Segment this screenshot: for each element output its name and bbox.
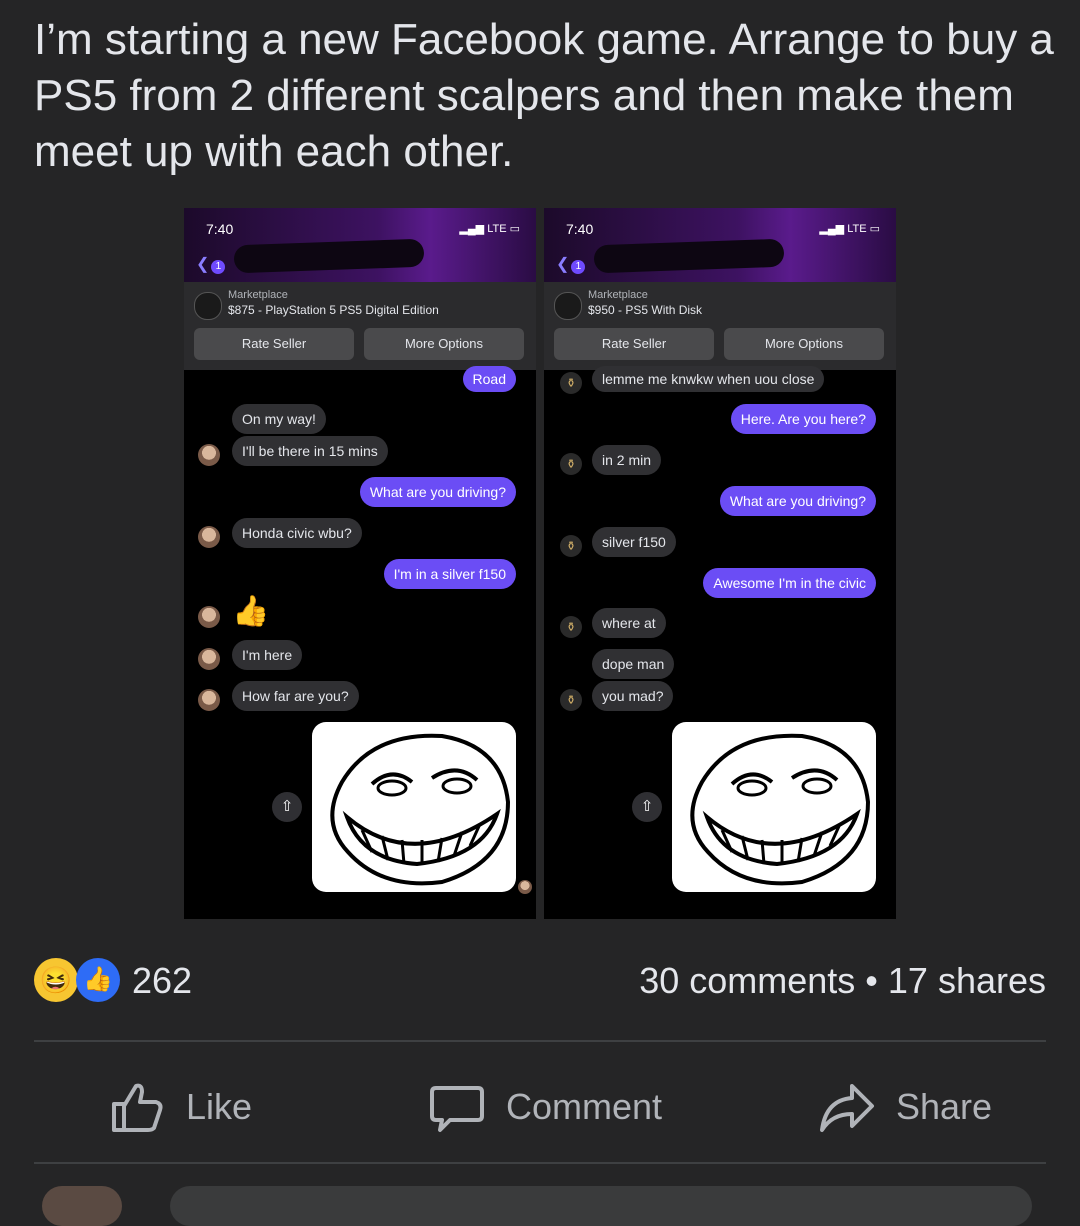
contact-avatar: ⚱ (560, 689, 582, 711)
troll-face-image (312, 722, 516, 892)
status-bar: 7:40 ▂▄▆ LTE ▭ ❮ 1 (184, 208, 536, 282)
thumbs-up-icon: 👍 (232, 595, 270, 628)
share-icon[interactable]: ⇧ (272, 792, 302, 822)
message-sent: Here. Are you here? (730, 404, 876, 434)
marketplace-bar: Marketplace $875 - PlayStation 5 PS5 Dig… (184, 282, 536, 370)
reaction-count[interactable]: 262 (132, 960, 192, 1002)
message-received: Honda civic wbu? (232, 518, 362, 548)
like-emoji-icon: 👍 (76, 958, 120, 1002)
back-badge: 1 (211, 260, 226, 274)
divider (34, 1040, 1046, 1042)
contact-avatar (198, 526, 220, 548)
message-received: lemme me knwkw when uou close (592, 366, 825, 392)
message-received: On my way! (232, 404, 326, 434)
network-label: LTE (487, 223, 507, 235)
listing-title: $875 - PlayStation 5 PS5 Digital Edition (228, 303, 439, 317)
comment-icon (430, 1086, 484, 1132)
post-text: I’m starting a new Facebook game. Arrang… (34, 15, 1054, 176)
share-button[interactable]: Share (818, 1078, 992, 1136)
status-bar: 7:40 ▂▄▆ LTE ▭ ❮ 1 (544, 208, 896, 282)
contact-avatar: ⚱ (560, 372, 582, 394)
more-options-button[interactable]: More Options (724, 328, 884, 360)
seller-avatar (194, 292, 222, 320)
status-time: 7:40 (206, 221, 234, 237)
comment-button[interactable]: Comment (428, 1078, 662, 1136)
more-options-button[interactable]: More Options (364, 328, 524, 360)
contact-avatar: ⚱ (560, 616, 582, 638)
signal-icon: ▂▄▆ LTE ▭ (459, 223, 520, 235)
message-received: How far are you? (232, 681, 359, 711)
screenshot-left: 7:40 ▂▄▆ LTE ▭ ❮ 1 Marketplace $875 - Pla… (184, 208, 536, 919)
seller-avatar (554, 292, 582, 320)
contact-avatar (198, 444, 220, 466)
user-avatar[interactable] (42, 1186, 122, 1226)
listing-title: $950 - PS5 With Disk (588, 303, 703, 317)
like-button[interactable]: Like (108, 1078, 252, 1136)
message-sent: Awesome I'm in the civic (703, 568, 876, 598)
signal-icon: ▂▄▆ LTE ▭ (819, 223, 880, 235)
comments-shares-count[interactable]: 30 comments • 17 shares (639, 960, 1046, 1002)
back-icon[interactable]: ❮ 1 (556, 254, 586, 274)
message-received: where at (592, 608, 666, 638)
contact-avatar: ⚱ (560, 453, 582, 475)
redaction-scribble (593, 238, 785, 274)
status-time: 7:40 (566, 221, 594, 237)
marketplace-label: Marketplace (228, 289, 288, 301)
marketplace-bar: Marketplace $950 - PS5 With Disk Rate Se… (544, 282, 896, 370)
troll-face-image (672, 722, 876, 892)
message-received: in 2 min (592, 445, 662, 475)
comment-label: Comment (506, 1086, 663, 1127)
read-receipt-avatar (518, 880, 532, 894)
message-received: I'll be there in 15 mins (232, 436, 388, 466)
message-received: I'm here (232, 640, 303, 670)
rate-seller-button[interactable]: Rate Seller (194, 328, 354, 360)
laugh-emoji-icon: 😆 (34, 958, 78, 1002)
share-label: Share (896, 1086, 993, 1127)
message-sent: What are you driving? (719, 486, 876, 516)
share-arrow-icon (820, 1084, 874, 1132)
rate-seller-button[interactable]: Rate Seller (554, 328, 714, 360)
redaction-scribble (233, 238, 425, 274)
like-label: Like (186, 1086, 253, 1127)
message-received: you mad? (592, 681, 674, 711)
like-icon (112, 1083, 163, 1132)
back-icon[interactable]: ❮ 1 (196, 254, 226, 274)
message-received: dope man (592, 649, 675, 679)
share-icon[interactable]: ⇧ (632, 792, 662, 822)
message-sent: Road (462, 366, 516, 392)
screenshot-right: 7:40 ▂▄▆ LTE ▭ ❮ 1 Marketplace $950 - PS5… (544, 208, 896, 919)
contact-avatar (198, 689, 220, 711)
contact-avatar (198, 606, 220, 628)
message-sent: What are you driving? (359, 477, 516, 507)
contact-avatar: ⚱ (560, 535, 582, 557)
comment-input[interactable] (170, 1186, 1032, 1226)
network-label: LTE (847, 223, 867, 235)
marketplace-label: Marketplace (588, 289, 648, 301)
divider (34, 1162, 1046, 1164)
back-badge: 1 (571, 260, 586, 274)
message-sent: I'm in a silver f150 (383, 559, 516, 589)
contact-avatar (198, 648, 220, 670)
message-received: silver f150 (592, 527, 676, 557)
